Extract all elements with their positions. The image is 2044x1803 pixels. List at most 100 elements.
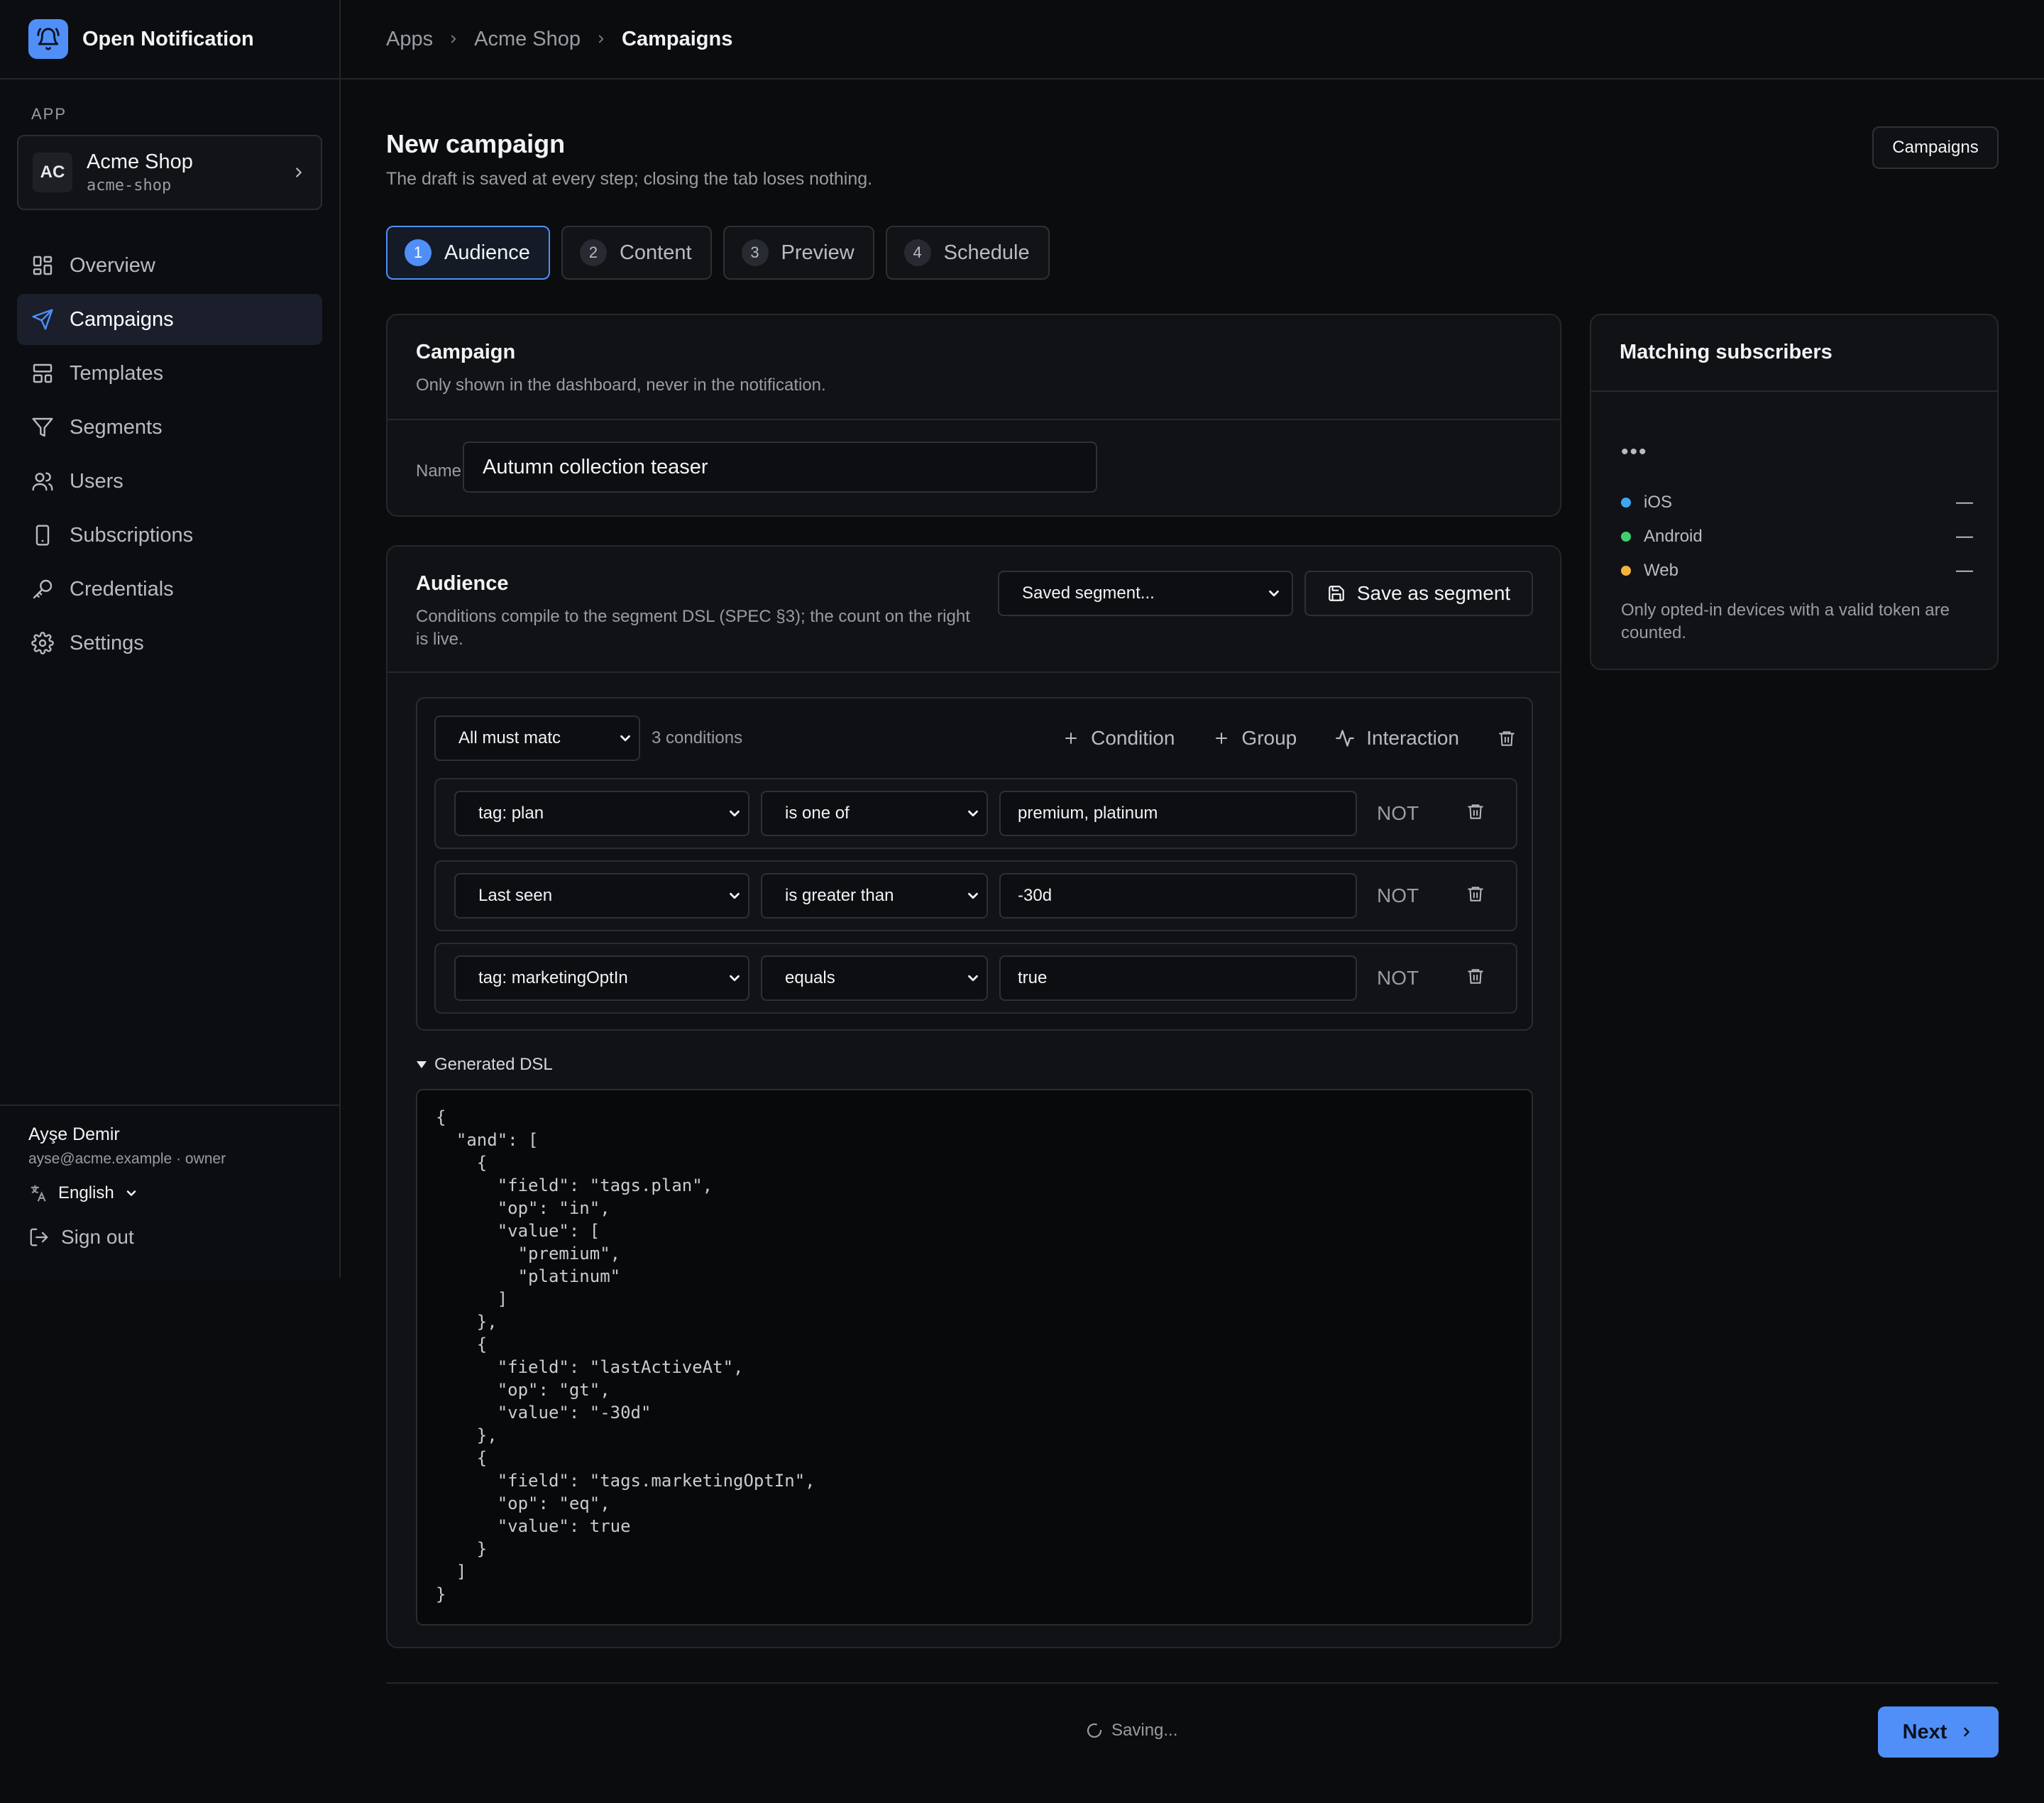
- user-panel: Ayşe Demir ayse@acme.example · owner Eng…: [0, 1105, 339, 1267]
- step-number: 4: [903, 239, 931, 266]
- audience-card: Audience Conditions compile to the segme…: [386, 545, 1561, 1648]
- section-label: APP: [31, 105, 67, 123]
- sign-out-button[interactable]: Sign out: [28, 1226, 311, 1249]
- trash-icon[interactable]: [1466, 802, 1485, 821]
- tab-preview[interactable]: 3 Preview: [722, 226, 874, 280]
- page-title: New campaign: [386, 129, 566, 158]
- dsl-code-text: { "and": [ { "field": "tags.plan", "op":…: [436, 1107, 815, 1604]
- platform-count: —: [1956, 493, 1973, 512]
- condition-row: Last seen is greater than -30d NOT: [434, 860, 1517, 931]
- translate-icon: [31, 1185, 46, 1202]
- next-button[interactable]: Next: [1878, 1706, 1999, 1758]
- brand: Open Notification: [0, 0, 339, 80]
- status-dot: [1621, 532, 1631, 542]
- sidebar-item-segments[interactable]: Segments: [17, 402, 322, 453]
- language-switcher[interactable]: English: [28, 1183, 311, 1203]
- add-group-button[interactable]: Group: [1213, 727, 1297, 750]
- sidebar: Open Notification APP AC Acme Shop acme-…: [0, 0, 341, 1278]
- user-email: ayse@acme.example · owner: [28, 1151, 226, 1167]
- sidebar-item-settings[interactable]: Settings: [17, 618, 322, 669]
- condition-field-select[interactable]: tag: plan: [454, 791, 749, 836]
- plus-icon: [1065, 733, 1077, 744]
- condition-value-input[interactable]: premium, platinum: [999, 791, 1357, 836]
- layout-icon: [33, 363, 53, 383]
- sidebar-item-label: Overview: [70, 253, 155, 277]
- condition-field-select[interactable]: tag: marketingOptIn: [454, 955, 749, 1001]
- condition-operator-value: is one of: [785, 804, 850, 823]
- breadcrumb-app[interactable]: Acme Shop: [474, 28, 581, 51]
- loading-indicator: •••: [1621, 440, 1648, 464]
- sidebar-item-label: Credentials: [70, 577, 174, 601]
- wizard-steps: 1 Audience 2 Content 3 Preview 4 Schedul…: [386, 226, 1050, 280]
- app-slug: acme-shop: [87, 177, 172, 194]
- tab-content[interactable]: 2 Content: [561, 226, 712, 280]
- app-switcher[interactable]: AC Acme Shop acme-shop: [17, 135, 322, 210]
- tab-schedule[interactable]: 4 Schedule: [885, 226, 1050, 280]
- chevron-right-icon: [296, 168, 302, 177]
- card-description: Only shown in the dashboard, never in th…: [416, 376, 826, 395]
- spinner-icon: [1087, 1723, 1102, 1738]
- breadcrumb-current: Campaigns: [622, 27, 733, 50]
- add-condition-button[interactable]: Condition: [1062, 727, 1175, 750]
- generated-dsl-label: Generated DSL: [434, 1055, 553, 1074]
- platform-list: iOS — Android — Web —: [1621, 486, 1973, 588]
- status-dot: [1621, 498, 1631, 508]
- chevron-right-icon: [1964, 1727, 1970, 1737]
- brand-name: Open Notification: [82, 27, 254, 50]
- divider: [388, 672, 1560, 673]
- sidebar-item-label: Settings: [70, 631, 144, 654]
- condition-operator-select[interactable]: is one of: [761, 791, 988, 836]
- condition-field-select[interactable]: Last seen: [454, 873, 749, 919]
- sidebar-item-campaigns[interactable]: Campaigns: [17, 294, 322, 345]
- page-subtitle: The draft is saved at every step; closin…: [386, 169, 873, 189]
- breadcrumb-apps[interactable]: Apps: [386, 28, 433, 51]
- platform-count: —: [1956, 561, 1973, 580]
- chevron-down-icon: [1269, 590, 1279, 597]
- caret-down-icon: [417, 1061, 427, 1068]
- matching-note: Only opted-in devices with a valid token…: [1621, 601, 1950, 642]
- sidebar-item-credentials[interactable]: Credentials: [17, 564, 322, 615]
- group-actions: Condition Group Interaction: [1062, 717, 1516, 760]
- save-as-segment-button[interactable]: Save as segment: [1304, 571, 1533, 616]
- campaign-name-input[interactable]: Autumn collection teaser: [463, 442, 1097, 493]
- sidebar-item-templates[interactable]: Templates: [17, 348, 322, 399]
- key-icon: [33, 579, 53, 599]
- generated-dsl-toggle[interactable]: Generated DSL: [416, 1055, 553, 1075]
- platform-name: iOS: [1644, 493, 1673, 512]
- condition-operator-value: is greater than: [785, 886, 894, 905]
- sidebar-item-label: Campaigns: [70, 307, 174, 331]
- chevron-down-icon: [730, 975, 740, 982]
- condition-operator-select[interactable]: is greater than: [761, 873, 988, 919]
- chevron-down-icon: [730, 810, 740, 817]
- tab-audience[interactable]: 1 Audience: [386, 226, 550, 280]
- sidebar-item-users[interactable]: Users: [17, 456, 322, 507]
- condition-value-input[interactable]: -30d: [999, 873, 1357, 919]
- trash-icon[interactable]: [1498, 729, 1516, 747]
- device-icon: [35, 525, 50, 546]
- sidebar-item-label: Subscriptions: [70, 523, 194, 547]
- sidebar-item-label: Templates: [70, 361, 164, 385]
- condition-field-value: Last seen: [478, 886, 553, 905]
- trash-icon[interactable]: [1466, 967, 1485, 985]
- not-toggle[interactable]: NOT: [1377, 802, 1419, 825]
- name-label: Name: [416, 461, 462, 481]
- sidebar-item-subscriptions[interactable]: Subscriptions: [17, 510, 322, 561]
- condition-value-input[interactable]: true: [999, 955, 1357, 1001]
- saved-segment-select[interactable]: Saved segment...: [998, 571, 1293, 616]
- match-mode-select[interactable]: All must matc: [434, 716, 640, 761]
- platform-android: Android —: [1621, 520, 1973, 554]
- sidebar-item-overview[interactable]: Overview: [17, 240, 322, 291]
- campaign-card: Campaign Only shown in the dashboard, ne…: [386, 314, 1561, 517]
- not-toggle[interactable]: NOT: [1377, 884, 1419, 907]
- campaigns-button[interactable]: Campaigns: [1872, 126, 1999, 169]
- divider: [386, 1682, 1999, 1684]
- condition-operator-select[interactable]: equals: [761, 955, 988, 1001]
- sidebar-item-label: Users: [70, 469, 123, 493]
- not-toggle[interactable]: NOT: [1377, 967, 1419, 990]
- trash-icon[interactable]: [1466, 884, 1485, 903]
- condition-field-value: tag: plan: [478, 804, 544, 823]
- platform-name: Android: [1644, 527, 1703, 546]
- sidebar-item-label: Segments: [70, 415, 163, 439]
- step-label: Content: [619, 241, 692, 264]
- add-interaction-button[interactable]: Interaction: [1335, 727, 1459, 750]
